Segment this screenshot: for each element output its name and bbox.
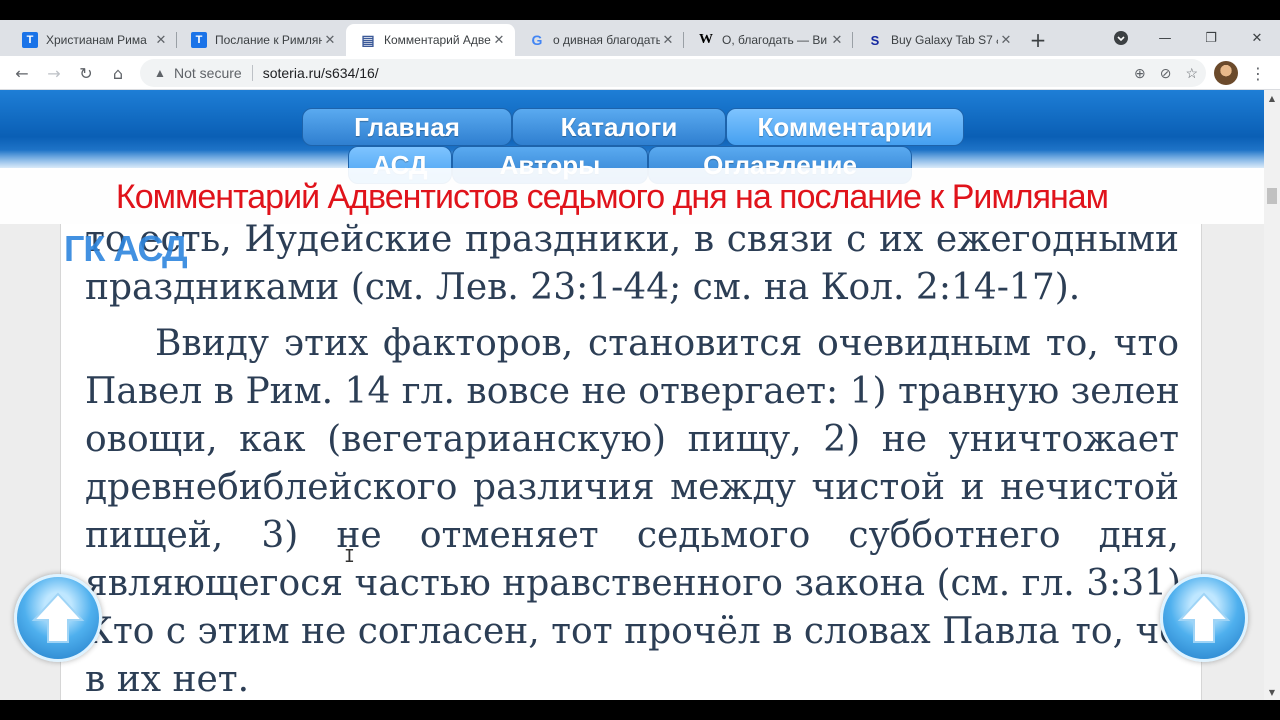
close-icon[interactable]: ✕	[660, 32, 676, 48]
tab-title: Христианам Рима	[46, 33, 147, 47]
tab-search-icon[interactable]	[1098, 20, 1144, 56]
close-icon[interactable]: ✕	[829, 32, 845, 48]
url-text[interactable]: soteria.ru/s634/16/	[263, 65, 379, 81]
tab-2-active[interactable]: ▤ Комментарий Адвен ✕	[346, 24, 515, 56]
back-arrow-icon[interactable]: ←	[10, 61, 34, 85]
watermark-logo: ГК АСД	[64, 228, 188, 269]
tab-title: Buy Galaxy Tab S7 &	[891, 33, 998, 47]
article-line: то есть, Иудейские праздники, в связи с …	[85, 219, 1179, 260]
divider	[251, 65, 253, 81]
tracking-off-icon[interactable]: ⊘	[1160, 65, 1172, 82]
arrow-up-icon	[31, 592, 85, 643]
article-line: праздниками (см. Лев. 23:1-44; см. на Ко…	[85, 267, 1081, 308]
article-line: Ввиду этих факторов, становится очевидны…	[155, 323, 1179, 364]
scroll-up-left-button[interactable]	[14, 574, 102, 662]
scroll-down-arrow-icon[interactable]: ▼	[1264, 684, 1280, 700]
nav-comments[interactable]: Комментарии	[726, 108, 964, 146]
minimize-button[interactable]: —	[1142, 20, 1188, 56]
window-close-button[interactable]: ✕	[1234, 20, 1280, 56]
page-scrollbar[interactable]: ▲ ▼	[1264, 90, 1280, 700]
article-line: пищей, 3) не отменяет седьмого субботнег…	[85, 515, 1179, 556]
scroll-up-arrow-icon[interactable]: ▲	[1264, 90, 1280, 106]
scroll-up-right-button[interactable]	[1160, 574, 1248, 662]
nav-home[interactable]: Главная	[302, 108, 512, 146]
article-line: Кто с этим не согласен, тот прочёл в сло…	[85, 611, 1179, 652]
reload-icon[interactable]: ↻	[74, 61, 98, 85]
article-line: Павел в Рим. 14 гл. вовсе не отвергает: …	[85, 371, 1179, 412]
tab-favicon-icon: ▤	[361, 31, 375, 48]
address-bar[interactable]: ▲ Not secure soteria.ru/s634/16/ ⊕ ⊘ ☆	[140, 59, 1206, 87]
tab-0[interactable]: T Христианам Рима ✕	[8, 24, 177, 56]
tab-4[interactable]: W О, благодать — Ви ✕	[684, 24, 853, 56]
top-black-bar	[0, 0, 1280, 20]
site-nav-row-1: Главная Каталоги Комментарии	[302, 108, 964, 146]
article-line: являющегося частью нравственного закона …	[85, 563, 1179, 604]
forward-arrow-icon[interactable]: →	[42, 61, 66, 85]
new-tab-button[interactable]: +	[1022, 24, 1054, 56]
menu-kebab-icon[interactable]: ⋮	[1246, 61, 1270, 85]
avatar[interactable]	[1214, 61, 1238, 85]
tab-5[interactable]: S Buy Galaxy Tab S7 & ✕	[853, 24, 1022, 56]
warning-icon[interactable]: ▲	[152, 65, 168, 81]
tab-title: Комментарий Адвен	[384, 33, 491, 47]
zoom-icon[interactable]: ⊕	[1134, 65, 1146, 82]
article-line: овощи, как (вегетарианскую) пищу, 2) не …	[85, 419, 1179, 460]
google-icon: G	[531, 32, 543, 48]
samsung-icon: S	[870, 32, 880, 48]
browser-toolbar: ← → ↻ ⌂ ▲ Not secure soteria.ru/s634/16/…	[0, 56, 1280, 90]
page-title: Комментарий Адвентистов седьмого дня на …	[115, 178, 1109, 216]
close-icon[interactable]: ✕	[153, 32, 169, 48]
article-line: в их нет.	[85, 659, 250, 700]
restore-button[interactable]: ❐	[1188, 20, 1234, 56]
close-icon[interactable]: ✕	[491, 32, 507, 48]
security-label[interactable]: Not secure	[174, 65, 242, 81]
article-line: древнебиблейского различия между чистой …	[85, 467, 1179, 508]
close-icon[interactable]: ✕	[998, 32, 1014, 48]
bottom-black-bar	[0, 700, 1280, 720]
close-icon[interactable]: ✕	[322, 32, 338, 48]
nav-catalogs[interactable]: Каталоги	[512, 108, 726, 146]
arrow-up-icon	[1177, 592, 1231, 643]
text-cursor-icon: I	[344, 546, 355, 567]
bookmark-star-icon[interactable]: ☆	[1185, 65, 1198, 82]
scroll-thumb[interactable]	[1267, 188, 1277, 204]
tab-title: Послание к Римлян	[215, 33, 322, 47]
tab-title: О, благодать — Ви	[722, 33, 828, 47]
tab-strip: T Христианам Рима ✕ T Послание к Римлян …	[0, 20, 1280, 56]
tab-favicon-icon: T	[191, 32, 207, 48]
home-icon[interactable]: ⌂	[106, 61, 130, 85]
tab-title: о дивная благодать	[553, 33, 660, 47]
tab-favicon-icon: T	[22, 32, 38, 48]
tab-3[interactable]: G о дивная благодать ✕	[515, 24, 684, 56]
wikipedia-icon: W	[699, 32, 713, 47]
tab-1[interactable]: T Послание к Римлян ✕	[177, 24, 346, 56]
